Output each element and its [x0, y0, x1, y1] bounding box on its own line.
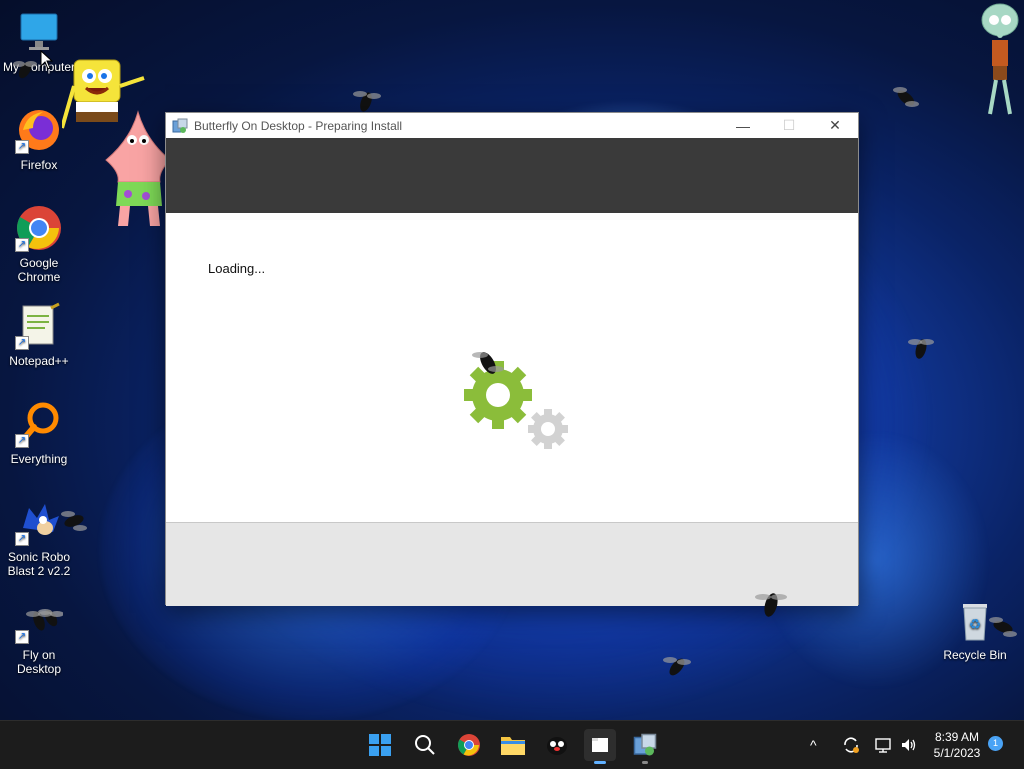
chrome-icon: ↗: [15, 204, 63, 252]
taskbar-file-explorer-button[interactable]: [497, 729, 529, 761]
taskbar-active-app-button[interactable]: [584, 729, 616, 764]
desktop-icon-label: Fly on Desktop: [16, 648, 62, 676]
desktop-icon-label: Google Chrome: [17, 256, 61, 284]
windows-logo-icon: [369, 734, 391, 756]
maximize-button[interactable]: ☐: [766, 113, 812, 138]
taskbar-app-button[interactable]: [541, 729, 573, 761]
volume-button[interactable]: [900, 721, 918, 769]
fly-sprite: [755, 593, 787, 617]
installer-app-icon: [172, 118, 188, 133]
tray-overflow-button[interactable]: ^: [810, 721, 817, 769]
folder-icon: [501, 737, 525, 755]
start-button[interactable]: [364, 729, 396, 761]
firefox-icon: ↗: [15, 106, 63, 154]
sonic-icon: ↗: [15, 498, 63, 546]
notepad-plus-plus-icon: ↗: [15, 302, 63, 350]
squidward-sprite: [981, 3, 1019, 115]
desktop-icon-label: Recycle Bin: [943, 648, 1007, 662]
fly-sprite: [663, 657, 691, 676]
shortcut-arrow-icon: ↗: [15, 238, 29, 252]
fly-sprite: [13, 61, 37, 79]
chrome-icon: [458, 734, 480, 756]
loading-text: Loading...: [208, 261, 266, 276]
shortcut-arrow-icon: ↗: [15, 434, 29, 448]
fly-sprite: [989, 617, 1017, 637]
chevron-up-icon: ^: [810, 737, 817, 753]
fly-sprite: [472, 352, 504, 374]
desktop-icon-label: Sonic Robo Blast 2 v2.2: [7, 550, 71, 578]
penguin-app-icon: [547, 737, 567, 755]
loading-panel: Loading...: [166, 213, 858, 617]
minimize-button[interactable]: —: [720, 113, 766, 138]
shortcut-arrow-icon: ↗: [15, 140, 29, 154]
fly-sprite: [908, 339, 934, 359]
sync-status-button[interactable]: [842, 721, 860, 769]
desktop-icon-label: Notepad++: [9, 354, 69, 368]
clock-time: 8:39 AM: [934, 730, 980, 744]
document-app-icon: [592, 738, 608, 752]
sync-icon: [844, 737, 859, 753]
desktop-icon-notepad-plus-plus[interactable]: ↗ Notepad++: [1, 302, 77, 368]
mouse-cursor-icon: [40, 50, 54, 70]
fly-sprite: [26, 611, 52, 631]
fly-sprite: [893, 87, 919, 107]
notification-badge[interactable]: 1: [988, 736, 1003, 751]
small-gear-icon: [528, 409, 568, 449]
desktop-icon-label: Firefox: [20, 158, 58, 172]
fly-sprite: [61, 511, 87, 531]
clock-date: 5/1/2023: [933, 746, 981, 760]
taskbar-clock[interactable]: 8:39 AM 5/1/2023: [924, 729, 990, 761]
window-titlebar[interactable]: Butterfly On Desktop - Preparing Install…: [166, 113, 858, 138]
speaker-icon: [902, 739, 916, 751]
shortcut-arrow-icon: ↗: [15, 336, 29, 350]
window-title: Butterfly On Desktop - Preparing Install: [194, 118, 403, 133]
active-indicator: [594, 761, 606, 764]
svg-text:♻: ♻: [969, 616, 982, 632]
monitor-icon: [15, 8, 63, 56]
search-magnifier-icon: ↗: [15, 400, 63, 448]
desktop-icon-label: Everything: [10, 452, 68, 466]
shortcut-arrow-icon: ↗: [15, 532, 29, 546]
installer-window: Butterfly On Desktop - Preparing Install…: [165, 112, 859, 617]
installer-app-icon: [633, 733, 657, 756]
search-icon: [415, 735, 435, 755]
taskbar-chrome-button[interactable]: [453, 729, 485, 761]
network-button[interactable]: [874, 721, 892, 769]
taskbar: ^ 8:39 AM 5/1/2023: [0, 720, 1024, 769]
network-icon: [875, 738, 891, 753]
desktop-icon-google-chrome[interactable]: ↗ Google Chrome: [1, 204, 77, 284]
close-button[interactable]: ✕: [812, 113, 858, 138]
header-banner: [166, 138, 858, 213]
running-indicator: [642, 761, 648, 764]
taskbar-installer-button[interactable]: [629, 729, 661, 764]
desktop-icon-everything[interactable]: ↗ Everything: [1, 400, 77, 466]
taskbar-search-button[interactable]: [409, 729, 441, 761]
